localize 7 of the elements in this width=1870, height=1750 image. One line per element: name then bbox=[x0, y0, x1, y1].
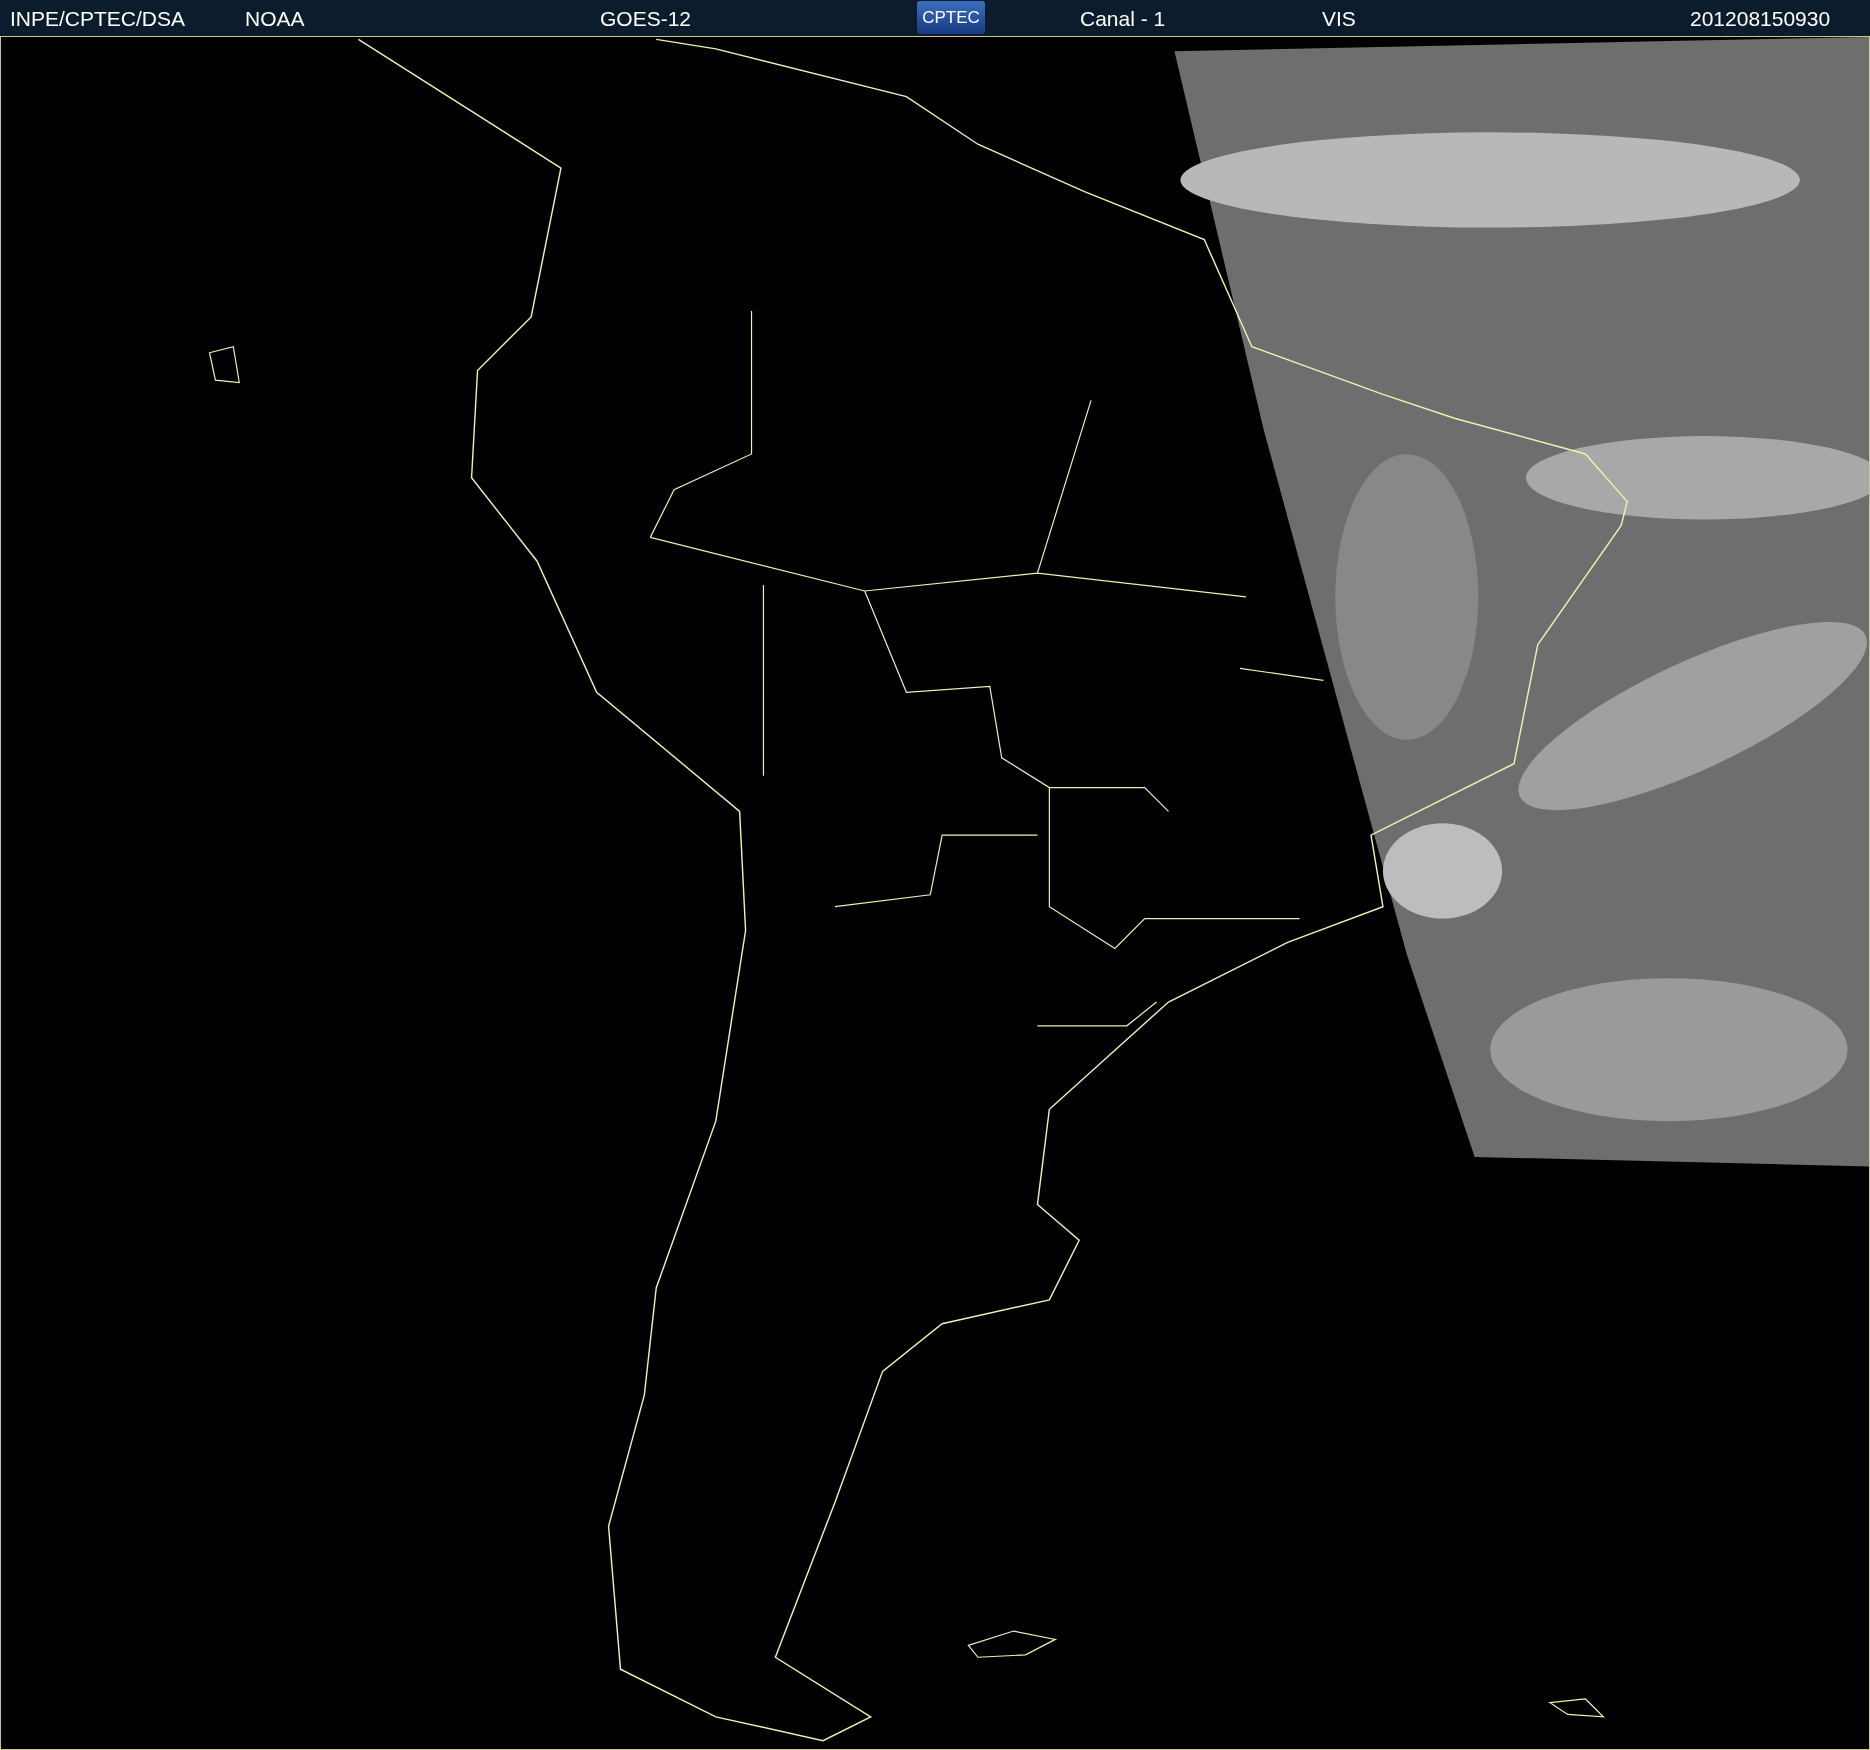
header-text: 201208150930 bbox=[1690, 7, 1831, 31]
logo: CPTEC bbox=[917, 1, 985, 34]
header-text: INPE/CPTEC/DSA bbox=[10, 7, 186, 31]
header-text: NOAA bbox=[245, 7, 305, 31]
header-text: VIS bbox=[1322, 7, 1356, 31]
header-text: Canal - 1 bbox=[1080, 7, 1166, 31]
header-text: GOES-12 bbox=[600, 7, 692, 31]
